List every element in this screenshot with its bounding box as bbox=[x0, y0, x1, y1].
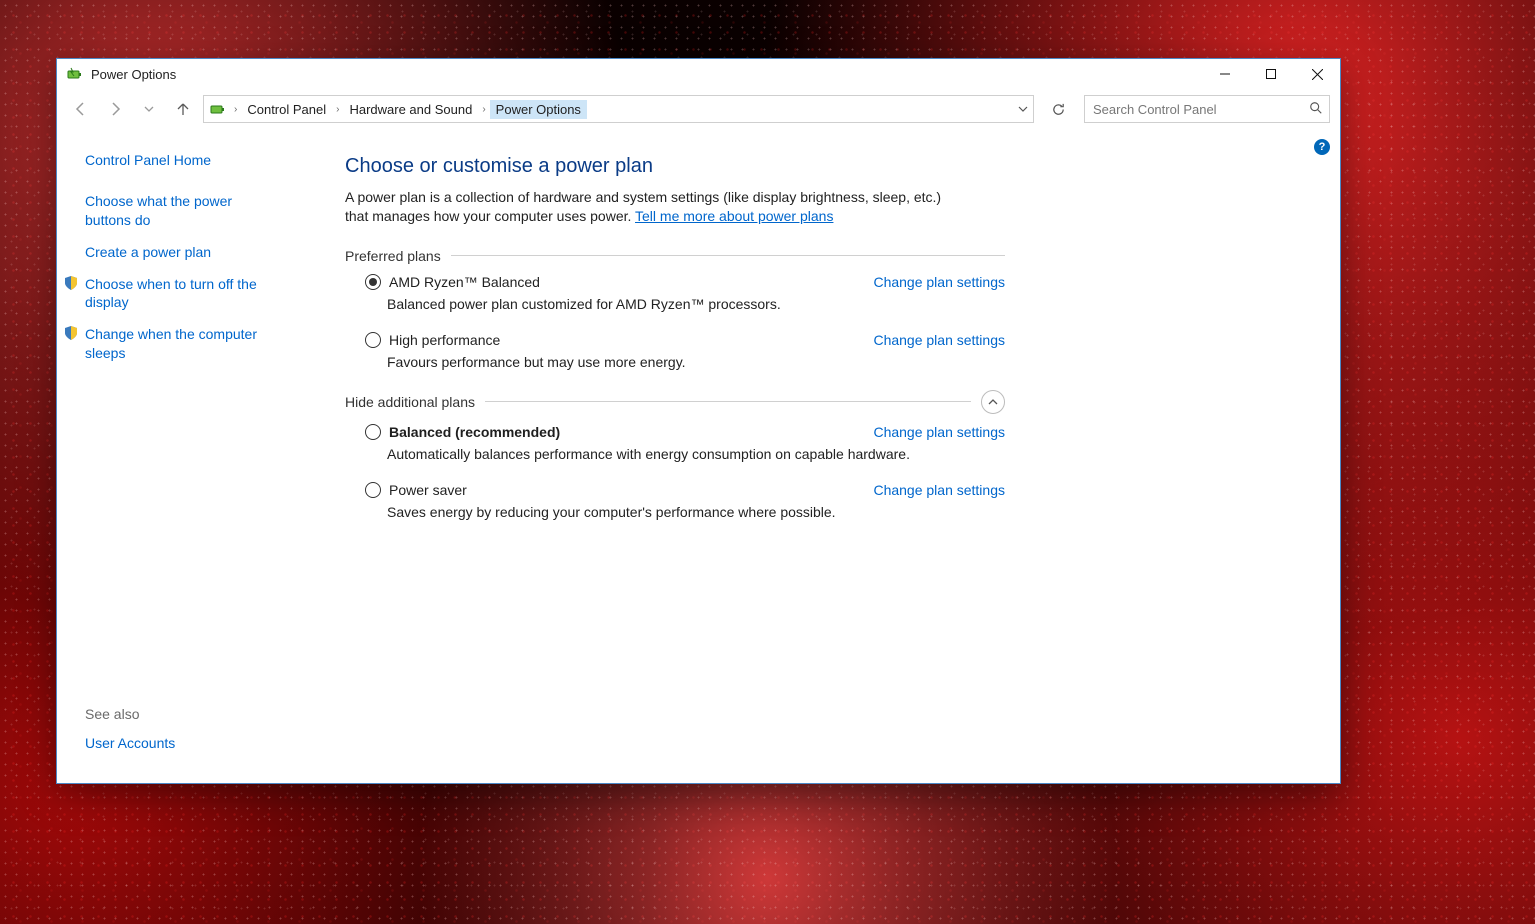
plan-name[interactable]: Balanced (recommended) bbox=[389, 424, 560, 440]
plan-name[interactable]: AMD Ryzen™ Balanced bbox=[389, 274, 540, 290]
navigation-bar: › Control Panel › Hardware and Sound › P… bbox=[57, 89, 1340, 133]
divider bbox=[451, 255, 1005, 256]
plan-radio[interactable] bbox=[365, 332, 381, 348]
battery-icon bbox=[67, 66, 83, 82]
collapse-toggle[interactable] bbox=[981, 390, 1005, 414]
plan-radio[interactable] bbox=[365, 274, 381, 290]
sidebar-link-create-plan[interactable]: Create a power plan bbox=[85, 243, 275, 262]
section-title: Hide additional plans bbox=[345, 394, 475, 410]
plan-description: Saves energy by reducing your computer's… bbox=[387, 504, 1005, 520]
sidebar: Control Panel Home Choose what the power… bbox=[57, 133, 333, 783]
window-controls bbox=[1202, 59, 1340, 89]
sidebar-link-display-off[interactable]: Choose when to turn off the display bbox=[85, 275, 275, 313]
address-bar[interactable]: › Control Panel › Hardware and Sound › P… bbox=[203, 95, 1034, 123]
sidebar-link-power-buttons[interactable]: Choose what the power buttons do bbox=[85, 192, 275, 230]
sidebar-link-sleep[interactable]: Change when the computer sleeps bbox=[85, 325, 275, 363]
chevron-right-icon[interactable]: › bbox=[480, 104, 487, 115]
breadcrumb-item[interactable]: Control Panel bbox=[241, 100, 332, 119]
learn-more-link[interactable]: Tell me more about power plans bbox=[635, 208, 833, 224]
plan-name[interactable]: Power saver bbox=[389, 482, 467, 498]
plan-radio[interactable] bbox=[365, 424, 381, 440]
breadcrumb-item-current[interactable]: Power Options bbox=[490, 100, 587, 119]
preferred-plans-label: Preferred plans bbox=[345, 248, 1005, 264]
chevron-right-icon[interactable]: › bbox=[334, 104, 341, 115]
minimize-button[interactable] bbox=[1202, 59, 1248, 89]
close-button[interactable] bbox=[1294, 59, 1340, 89]
divider bbox=[485, 401, 971, 402]
see-also-heading: See also bbox=[85, 706, 323, 722]
title-bar: Power Options bbox=[57, 59, 1340, 89]
plan-high-performance: High performance Change plan settings Fa… bbox=[365, 332, 1005, 370]
sidebar-item-label: Change when the computer sleeps bbox=[85, 325, 275, 363]
plan-radio[interactable] bbox=[365, 482, 381, 498]
window-body: ? Control Panel Home Choose what the pow… bbox=[57, 133, 1340, 783]
plan-power-saver: Power saver Change plan settings Saves e… bbox=[365, 482, 1005, 520]
plan-description: Favours performance but may use more ene… bbox=[387, 354, 1005, 370]
forward-button[interactable] bbox=[101, 95, 129, 123]
sidebar-item-label: Choose when to turn off the display bbox=[85, 275, 275, 313]
search-icon[interactable] bbox=[1309, 101, 1323, 118]
additional-plans-label: Hide additional plans bbox=[345, 390, 1005, 414]
control-panel-window: Power Options bbox=[56, 58, 1341, 784]
up-button[interactable] bbox=[169, 95, 197, 123]
section-title: Preferred plans bbox=[345, 248, 441, 264]
breadcrumb-item[interactable]: Hardware and Sound bbox=[343, 100, 478, 119]
back-button[interactable] bbox=[67, 95, 95, 123]
change-plan-settings-link[interactable]: Change plan settings bbox=[873, 424, 1005, 440]
chevron-right-icon[interactable]: › bbox=[232, 104, 239, 115]
battery-icon bbox=[210, 101, 226, 117]
page-description: A power plan is a collection of hardware… bbox=[345, 188, 965, 226]
control-panel-home-link[interactable]: Control Panel Home bbox=[85, 151, 275, 170]
plan-description: Balanced power plan customized for AMD R… bbox=[387, 296, 1005, 312]
shield-icon bbox=[63, 275, 79, 291]
plan-name[interactable]: High performance bbox=[389, 332, 500, 348]
help-icon[interactable]: ? bbox=[1314, 139, 1330, 155]
plan-amd-ryzen-balanced: AMD Ryzen™ Balanced Change plan settings… bbox=[365, 274, 1005, 312]
search-box[interactable] bbox=[1084, 95, 1330, 123]
shield-icon bbox=[63, 325, 79, 341]
change-plan-settings-link[interactable]: Change plan settings bbox=[873, 332, 1005, 348]
change-plan-settings-link[interactable]: Change plan settings bbox=[873, 482, 1005, 498]
maximize-button[interactable] bbox=[1248, 59, 1294, 89]
see-also-user-accounts[interactable]: User Accounts bbox=[85, 734, 275, 753]
main-content: Choose or customise a power plan A power… bbox=[333, 133, 1340, 783]
recent-dropdown[interactable] bbox=[135, 95, 163, 123]
address-dropdown[interactable] bbox=[1013, 104, 1033, 114]
window-title: Power Options bbox=[91, 67, 1202, 82]
plan-balanced: Balanced (recommended) Change plan setti… bbox=[365, 424, 1005, 462]
change-plan-settings-link[interactable]: Change plan settings bbox=[873, 274, 1005, 290]
plan-description: Automatically balances performance with … bbox=[387, 446, 1005, 462]
search-input[interactable] bbox=[1091, 101, 1309, 118]
refresh-button[interactable] bbox=[1044, 96, 1072, 122]
page-heading: Choose or customise a power plan bbox=[345, 155, 1316, 178]
